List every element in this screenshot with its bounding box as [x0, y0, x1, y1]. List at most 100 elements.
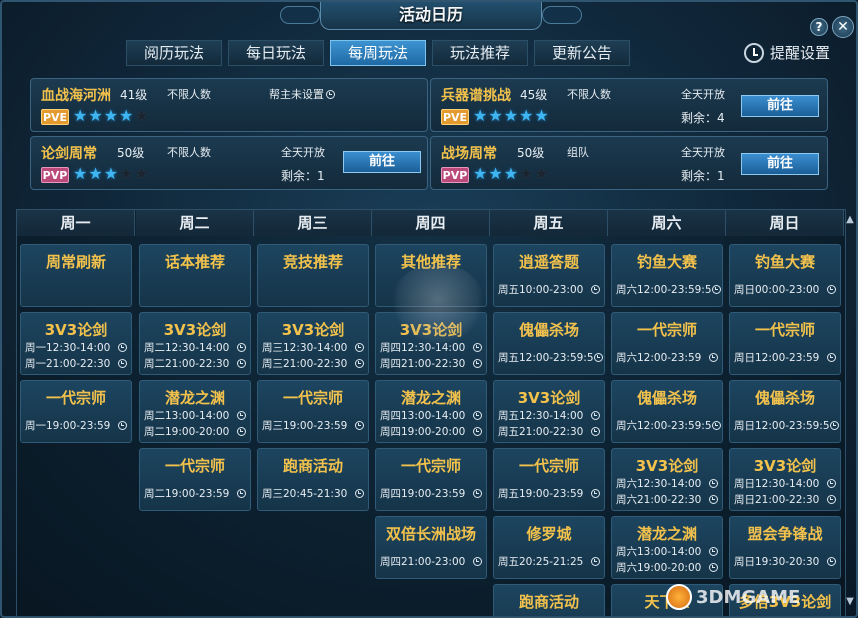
activity-cell[interactable]: 竞技推荐	[257, 244, 369, 307]
clock-icon[interactable]	[355, 489, 364, 498]
clock-icon[interactable]	[237, 343, 246, 352]
star-icon: ★	[119, 106, 134, 125]
clock-icon[interactable]	[709, 563, 718, 572]
activity-cell[interactable]: 一代宗师 周四19:00-23:59	[375, 448, 487, 511]
go-button[interactable]: 前往	[741, 95, 819, 117]
clock-icon[interactable]	[591, 427, 600, 436]
clock-icon[interactable]	[473, 427, 482, 436]
activity-time-text: 周四19:00-20:00	[380, 426, 466, 438]
tab-2[interactable]: 每周玩法	[330, 40, 426, 66]
activity-cell[interactable]: 傀儡杀场 周五12:00-23:59:5	[493, 312, 605, 375]
activity-cell[interactable]: 跑商活动	[493, 584, 605, 616]
clock-icon[interactable]	[827, 479, 836, 488]
clock-icon[interactable]	[237, 427, 246, 436]
activity-cell[interactable]: 3V3论剑 周五12:30-14:00 周五21:00-22:30	[493, 380, 605, 443]
scroll-up-arrow[interactable]: ▲	[845, 214, 855, 226]
activity-cell[interactable]: 3V3论剑 周日12:30-14:00 周日21:00-22:30	[729, 448, 841, 511]
clock-icon[interactable]	[709, 353, 718, 362]
clock-icon[interactable]	[473, 557, 482, 566]
close-button[interactable]: ✕	[832, 16, 854, 38]
star-icon: ★	[103, 164, 119, 183]
clock-icon[interactable]	[473, 411, 482, 420]
activity-cell[interactable]: 潜龙之渊 周六13:00-14:00 周六19:00-20:00	[611, 516, 723, 579]
clock-icon[interactable]	[827, 353, 836, 362]
star-icon: ★	[134, 106, 149, 125]
activity-time: 周五12:30-14:00	[498, 408, 600, 423]
activity-cell[interactable]: 3V3论剑 周二12:30-14:00 周二21:00-22:30	[139, 312, 251, 375]
clock-icon[interactable]	[591, 285, 600, 294]
clock-icon[interactable]	[829, 421, 839, 430]
activity-cell[interactable]: 潜龙之渊 周四13:00-14:00 周四19:00-20:00	[375, 380, 487, 443]
activity-cell[interactable]: 潜龙之渊 周二13:00-14:00 周二19:00-20:00	[139, 380, 251, 443]
activity-cell[interactable]: 一代宗师 周五19:00-23:59	[493, 448, 605, 511]
activity-open-time: 全天开放	[681, 144, 725, 160]
scroll-down-arrow[interactable]: ▼	[845, 596, 855, 608]
star-icon: ★	[73, 106, 88, 125]
clock-icon[interactable]	[473, 343, 482, 352]
go-button[interactable]: 前往	[741, 153, 819, 175]
tab-0[interactable]: 阅历玩法	[126, 40, 222, 66]
clock-icon[interactable]	[118, 421, 127, 430]
activity-cell[interactable]: 盟会争锋战 周日19:30-20:30	[729, 516, 841, 579]
clock-icon[interactable]	[593, 353, 603, 362]
activity-time: 周日00:00-23:00	[734, 282, 836, 297]
activity-cell[interactable]: 修罗城 周五20:25-21:25	[493, 516, 605, 579]
clock-icon[interactable]	[709, 547, 718, 556]
activity-time-text: 周日19:30-20:30	[734, 556, 820, 568]
star-icon: ★	[88, 164, 103, 183]
mode-badge: PVP	[41, 167, 69, 183]
activity-cell[interactable]: 一代宗师 周一19:00-23:59	[20, 380, 132, 443]
tab-3[interactable]: 玩法推荐	[432, 40, 528, 66]
clock-icon[interactable]	[237, 359, 246, 368]
activity-cell[interactable]: 跑商活动 周三20:45-21:30	[257, 448, 369, 511]
activity-time-text: 周五19:00-23:59	[498, 488, 584, 500]
clock-icon[interactable]	[355, 343, 364, 352]
activity-cell[interactable]: 周常刷新	[20, 244, 132, 307]
activity-title: 一代宗师	[282, 389, 343, 407]
remind-settings[interactable]: 提醒设置	[744, 42, 830, 63]
go-button[interactable]: 前往	[343, 151, 421, 173]
activity-cell[interactable]: 钓鱼大赛 周六12:00-23:59:5	[611, 244, 723, 307]
activity-cell[interactable]: 傀儡杀场 周六12:00-23:59:5	[611, 380, 723, 443]
activity-cell[interactable]: 话本推荐	[139, 244, 251, 307]
clock-icon[interactable]	[591, 489, 600, 498]
clock-icon[interactable]	[237, 411, 246, 420]
activity-cell[interactable]: 3V3论剑 周一12:30-14:00 周一21:00-22:30	[20, 312, 132, 375]
clock-icon[interactable]	[591, 557, 600, 566]
clock-icon[interactable]	[355, 421, 364, 430]
clock-icon[interactable]	[709, 495, 718, 504]
activity-cell[interactable]: 双倍长洲战场 周四21:00-23:00	[375, 516, 487, 579]
clock-icon[interactable]	[827, 495, 836, 504]
clock-icon[interactable]	[711, 285, 721, 294]
activity-title: 跑商活动	[518, 593, 579, 611]
clock-icon[interactable]	[118, 343, 127, 352]
clock-icon[interactable]	[827, 557, 836, 566]
clock-icon[interactable]	[473, 489, 482, 498]
tab-1[interactable]: 每日玩法	[228, 40, 324, 66]
clock-icon[interactable]	[237, 489, 246, 498]
activity-cell[interactable]: 一代宗师 周日12:00-23:59	[729, 312, 841, 375]
activity-cell[interactable]: 3V3论剑 周三12:30-14:00 周三21:00-22:30	[257, 312, 369, 375]
activity-cell[interactable]: 傀儡杀场 周日12:00-23:59:5	[729, 380, 841, 443]
help-button[interactable]: ?	[810, 18, 828, 36]
activity-cell[interactable]: 一代宗师 周二19:00-23:59	[139, 448, 251, 511]
activity-cell[interactable]: 钓鱼大赛 周日00:00-23:00	[729, 244, 841, 307]
activity-time: 周六12:00-23:59:5	[616, 282, 721, 297]
tab-4[interactable]: 更新公告	[534, 40, 630, 66]
activity-people: 不限人数	[167, 146, 211, 159]
clock-icon[interactable]	[118, 359, 127, 368]
remaining-count: 剩余：1	[281, 169, 325, 183]
activity-cell[interactable]: 逍遥答题 周五10:00-23:00	[493, 244, 605, 307]
activity-cell[interactable]: 3V3论剑 周六12:30-14:00 周六21:00-22:30	[611, 448, 723, 511]
mascot-watermark	[390, 264, 486, 344]
clock-icon[interactable]	[473, 359, 482, 368]
activity-cell[interactable]: 一代宗师 周六12:00-23:59	[611, 312, 723, 375]
clock-icon[interactable]	[711, 421, 721, 430]
clock-icon[interactable]	[355, 359, 364, 368]
activity-time-text: 周六21:00-22:30	[616, 494, 702, 506]
clock-icon[interactable]	[827, 285, 836, 294]
activity-open-time-text: 帮主未设置	[269, 88, 324, 101]
clock-icon[interactable]	[709, 479, 718, 488]
clock-icon[interactable]	[591, 411, 600, 420]
activity-cell[interactable]: 一代宗师 周三19:00-23:59	[257, 380, 369, 443]
